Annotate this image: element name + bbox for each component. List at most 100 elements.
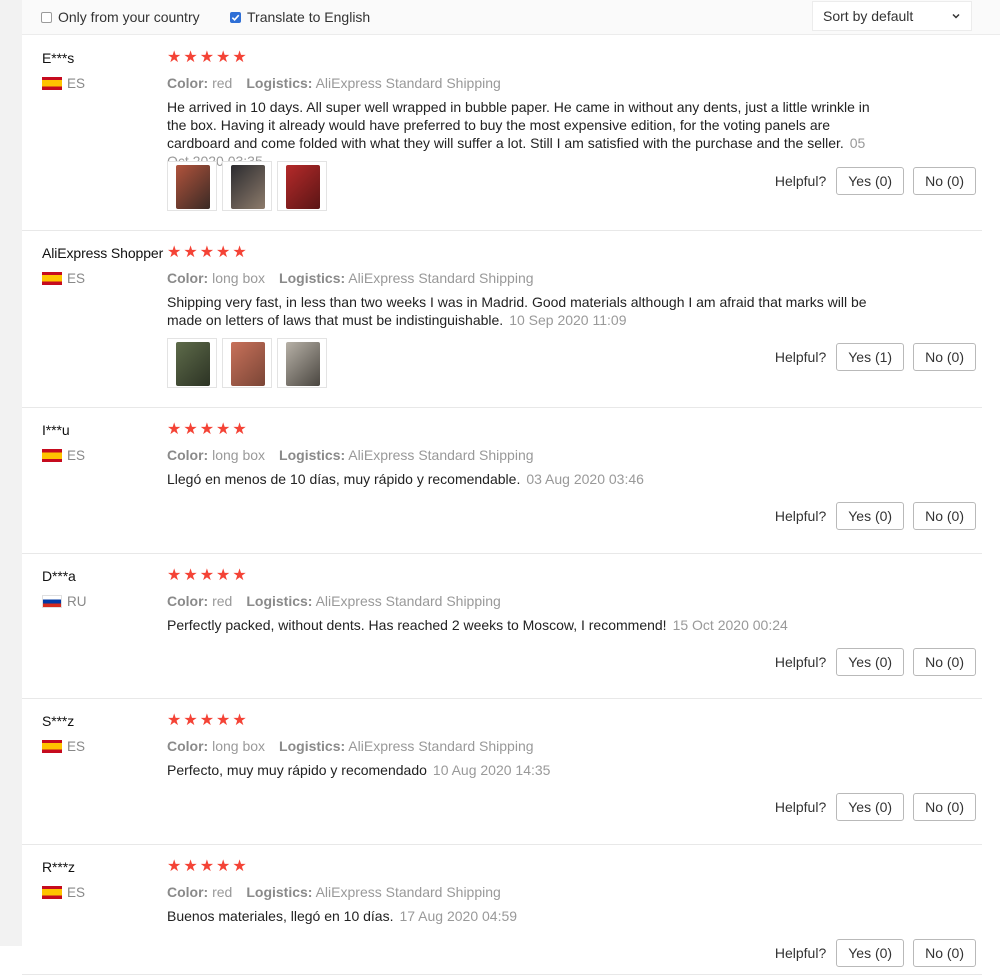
- star-icon: ★: [216, 858, 231, 875]
- logistics-value: AliExpress Standard Shipping: [348, 270, 534, 286]
- country-flag-icon: [42, 272, 62, 285]
- country-code: ES: [67, 76, 86, 91]
- color-key: Color:: [167, 884, 209, 900]
- helpful-no-button[interactable]: No (0): [913, 793, 976, 821]
- country-code: ES: [67, 885, 86, 900]
- helpful-vote: Helpful? Yes (0) No (0): [775, 648, 976, 676]
- country-code: ES: [67, 739, 86, 754]
- color-key: Color:: [167, 75, 209, 91]
- star-icon: ★: [232, 858, 247, 875]
- review-body: Perfecto, muy muy rápido y recomendado: [167, 762, 427, 778]
- review-date: 03 Aug 2020 03:46: [526, 471, 644, 487]
- review-photo-thumbnail[interactable]: [222, 338, 272, 388]
- star-icon: ★: [199, 421, 215, 438]
- chevron-down-icon: [951, 8, 961, 24]
- review-meta: Color: red Logistics: AliExpress Standard…: [167, 75, 501, 91]
- review-photo-thumbnail[interactable]: [167, 161, 217, 211]
- helpful-yes-button[interactable]: Yes (0): [836, 648, 905, 676]
- helpful-yes-button[interactable]: Yes (0): [836, 793, 905, 821]
- star-icon: ★: [216, 49, 231, 66]
- translate-to-english-checkbox[interactable]: Translate to English: [230, 9, 370, 25]
- logistics-value: AliExpress Standard Shipping: [348, 738, 534, 754]
- helpful-no-button[interactable]: No (0): [913, 502, 976, 530]
- review-card: AliExpress Shopper ES ★ ★ ★ ★ ★ Color: long box…: [22, 231, 982, 408]
- review-card: S***z ES ★ ★ ★ ★ ★ Color: long box Logistics: Al…: [22, 699, 982, 845]
- review-body: Perfectly packed, without dents. Has rea…: [167, 617, 667, 633]
- star-icon: ★: [199, 49, 215, 66]
- logistics-value: AliExpress Standard Shipping: [315, 75, 501, 91]
- review-date: 17 Aug 2020 04:59: [399, 908, 518, 924]
- review-meta: Color: long box Logistics: AliExpress Sta…: [167, 447, 534, 463]
- review-body: Buenos materiales, llegó en 10 días.: [167, 908, 394, 924]
- review-meta: Color: red Logistics: AliExpress Standard…: [167, 593, 501, 609]
- sort-selected-value: Sort by default: [823, 8, 914, 24]
- review-card: R***z ES ★ ★ ★ ★ ★ Color: red Logistics: AliExpr…: [22, 845, 982, 975]
- country-flag-icon: [42, 740, 62, 753]
- logistics-key: Logistics:: [246, 593, 313, 609]
- checkbox-unchecked-icon[interactable]: [41, 11, 52, 23]
- review-card: I***u ES ★ ★ ★ ★ ★ Color: long box Logistics: Al…: [22, 408, 982, 554]
- country-flag-icon: [42, 77, 62, 90]
- logistics-key: Logistics:: [246, 884, 313, 900]
- review-photo-thumbnail[interactable]: [277, 338, 327, 388]
- helpful-no-button[interactable]: No (0): [913, 167, 976, 195]
- helpful-label: Helpful?: [774, 799, 827, 815]
- review-date: 10 Sep 2020 11:09: [509, 312, 627, 328]
- color-key: Color:: [167, 447, 209, 463]
- review-meta: Color: long box Logistics: AliExpress Sta…: [167, 270, 534, 286]
- star-icon: ★: [167, 712, 182, 729]
- review-photo-thumbnail[interactable]: [277, 161, 327, 211]
- helpful-yes-button[interactable]: Yes (0): [836, 939, 905, 967]
- review-date: 15 Oct 2020 00:24: [672, 617, 788, 633]
- star-rating: ★ ★ ★ ★ ★: [167, 568, 247, 584]
- logistics-value: AliExpress Standard Shipping: [315, 884, 501, 900]
- logistics-key: Logistics:: [279, 447, 346, 463]
- star-rating: ★ ★ ★ ★ ★: [167, 859, 247, 875]
- only-from-country-checkbox[interactable]: Only from your country: [41, 9, 200, 25]
- review-photos: [167, 338, 327, 388]
- star-icon: ★: [167, 567, 182, 584]
- review-meta: Color: red Logistics: AliExpress Standard…: [167, 884, 501, 900]
- reviewer-country: RU: [42, 594, 87, 609]
- helpful-vote: Helpful? Yes (1) No (0): [775, 343, 976, 371]
- color-value: red: [212, 75, 233, 91]
- review-photo-thumbnail[interactable]: [167, 338, 217, 388]
- review-body: Llegó en menos de 10 días, muy rápido y …: [167, 471, 521, 487]
- helpful-vote: Helpful? Yes (0) No (0): [775, 939, 976, 967]
- star-icon: ★: [167, 421, 182, 438]
- helpful-vote: Helpful? Yes (0) No (0): [775, 502, 976, 530]
- reviewer-name: D***a: [42, 568, 76, 584]
- review-meta: Color: long box Logistics: AliExpress Sta…: [167, 738, 534, 754]
- star-icon: ★: [183, 858, 198, 875]
- helpful-yes-button[interactable]: Yes (1): [836, 343, 905, 371]
- helpful-no-button[interactable]: No (0): [913, 939, 976, 967]
- star-icon: ★: [232, 421, 247, 438]
- star-rating: ★ ★ ★ ★ ★: [167, 713, 247, 729]
- star-icon: ★: [183, 421, 198, 438]
- sort-dropdown[interactable]: Sort by default: [812, 1, 972, 31]
- country-flag-icon: [42, 449, 62, 462]
- star-icon: ★: [183, 49, 198, 66]
- helpful-yes-button[interactable]: Yes (0): [836, 167, 905, 195]
- review-body: He arrived in 10 days. All super well wr…: [167, 99, 870, 151]
- left-gutter: [0, 0, 22, 946]
- helpful-yes-button[interactable]: Yes (0): [836, 502, 905, 530]
- translate-label: Translate to English: [247, 9, 371, 25]
- helpful-label: Helpful?: [774, 173, 827, 189]
- star-icon: ★: [167, 858, 182, 875]
- helpful-vote: Helpful? Yes (0) No (0): [775, 793, 976, 821]
- star-icon: ★: [232, 49, 247, 66]
- review-photo-thumbnail[interactable]: [222, 161, 272, 211]
- helpful-label: Helpful?: [774, 945, 827, 961]
- country-code: RU: [67, 594, 87, 609]
- country-code: ES: [67, 448, 86, 463]
- helpful-no-button[interactable]: No (0): [913, 648, 976, 676]
- helpful-no-button[interactable]: No (0): [913, 343, 976, 371]
- star-icon: ★: [199, 712, 215, 729]
- checkbox-checked-icon[interactable]: [230, 11, 241, 23]
- star-icon: ★: [199, 567, 215, 584]
- star-icon: ★: [199, 244, 215, 261]
- color-value: red: [212, 884, 233, 900]
- color-key: Color:: [167, 738, 209, 754]
- color-value: long box: [212, 447, 266, 463]
